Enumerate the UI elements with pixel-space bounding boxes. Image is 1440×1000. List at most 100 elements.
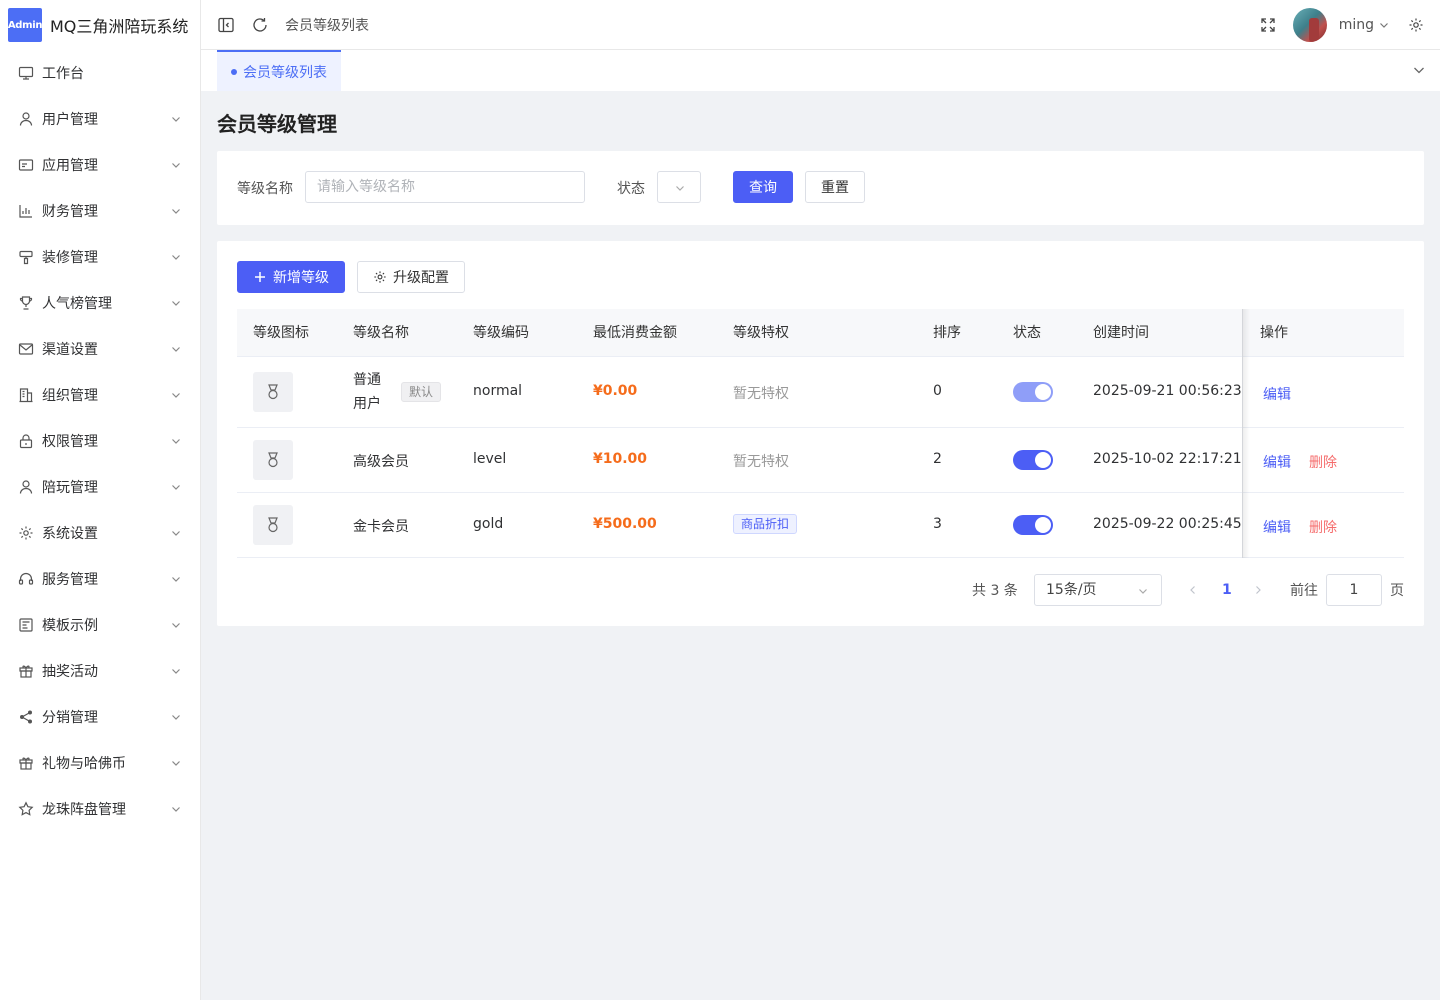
sidebar-item-finance[interactable]: 财务管理 <box>0 188 200 234</box>
sidebar-item-popularity[interactable]: 人气榜管理 <box>0 280 200 326</box>
building-icon <box>19 388 33 403</box>
user-icon <box>19 480 33 494</box>
min-amount: ¥500.00 <box>593 516 657 532</box>
status-toggle[interactable] <box>1013 515 1053 535</box>
sidebar-item-label: 龙珠阵盘管理 <box>42 802 126 818</box>
user-icon <box>19 112 33 126</box>
share-icon <box>20 710 32 724</box>
column-header: 创建时间 <box>1093 325 1149 341</box>
gear-icon <box>374 271 386 283</box>
lock-icon <box>19 434 33 449</box>
level-code: level <box>473 451 507 467</box>
goto-page-input[interactable]: 1 <box>1326 574 1382 606</box>
sidebar-item-label: 服务管理 <box>42 572 98 588</box>
sidebar-item-template[interactable]: 模板示例 <box>0 602 200 648</box>
sidebar-item-permission[interactable]: 权限管理 <box>0 418 200 464</box>
app-title: MQ三角洲陪玩系统 <box>50 17 189 36</box>
edit-link[interactable]: 编辑 <box>1263 384 1291 404</box>
upgrade-config-label: 升级配置 <box>393 270 449 286</box>
sidebar-item-label: 权限管理 <box>42 434 98 450</box>
privilege-tag: 商品折扣 <box>733 514 798 534</box>
sidebar-item-apps[interactable]: 应用管理 <box>0 142 200 188</box>
sidebar-item-system[interactable]: 系统设置 <box>0 510 200 556</box>
sidebar-item-users[interactable]: 用户管理 <box>0 96 200 142</box>
sidebar-item-gifts[interactable]: 礼物与哈佛币 <box>0 740 200 786</box>
edit-link[interactable]: 编辑 <box>1263 452 1291 472</box>
chevron-down-icon <box>172 117 180 122</box>
current-page[interactable]: 1 <box>1222 574 1232 606</box>
sidebar-item-label: 人气榜管理 <box>42 296 112 312</box>
sidebar-item-label: 应用管理 <box>42 158 98 174</box>
chevron-down-icon <box>172 669 180 674</box>
goto-label: 前往 <box>1290 583 1318 599</box>
status-toggle[interactable] <box>1013 450 1053 470</box>
created-time: 2025-09-22 00:25:45 <box>1093 516 1242 532</box>
sort-value: 3 <box>933 516 942 532</box>
avatar[interactable] <box>1292 8 1327 42</box>
sidebar-item-label: 陪玩管理 <box>42 480 98 496</box>
brush-icon <box>19 250 33 265</box>
sidebar-menu: 工作台 用户管理 应用管理 财务管理 装修管理 人气榜管理 渠道设置 组织管理 … <box>0 50 200 832</box>
level-icon <box>253 505 293 545</box>
sidebar-item-companion[interactable]: 陪玩管理 <box>0 464 200 510</box>
status-toggle[interactable] <box>1013 382 1053 402</box>
chevron-down-icon <box>172 761 180 766</box>
query-button[interactable]: 查询 <box>733 171 793 203</box>
chevron-right-icon[interactable] <box>1252 584 1264 596</box>
column-header: 最低消费金额 <box>593 325 677 341</box>
chevron-down-icon <box>172 807 180 812</box>
top-header: 会员等级列表 ming <box>201 0 1440 50</box>
table-row: 高级会员 level ¥10.00 暂无特权 2 2025-10-02 22:1… <box>237 428 1404 493</box>
sidebar-item-label: 用户管理 <box>42 112 98 128</box>
level-name-input[interactable]: 请输入等级名称 <box>305 171 585 203</box>
delete-link[interactable]: 删除 <box>1309 452 1337 472</box>
level-icon <box>253 372 293 412</box>
table-card: 新增等级 升级配置 等级图标 等级名称 等级编码 最低消费金额 等级特权 排序 … <box>217 241 1424 626</box>
member-level-table: 等级图标 等级名称 等级编码 最低消费金额 等级特权 排序 状态 创建时间 操作… <box>237 309 1404 558</box>
sidebar-item-distribution[interactable]: 分销管理 <box>0 694 200 740</box>
column-header: 操作 <box>1260 325 1288 341</box>
breadcrumb[interactable]: 会员等级列表 <box>285 15 369 35</box>
medal-icon <box>268 384 278 400</box>
sidebar-item-label: 工作台 <box>42 66 84 82</box>
created-time: 2025-10-02 22:17:21 <box>1093 451 1242 467</box>
level-code: normal <box>473 383 523 399</box>
sidebar-item-label: 系统设置 <box>42 526 98 542</box>
sidebar-item-workbench[interactable]: 工作台 <box>0 50 200 96</box>
sidebar-item-service[interactable]: 服务管理 <box>0 556 200 602</box>
sidebar-item-lottery[interactable]: 抽奖活动 <box>0 648 200 694</box>
chevron-down-icon <box>172 485 180 490</box>
table-header: 等级图标 等级名称 等级编码 最低消费金额 等级特权 排序 状态 创建时间 操作 <box>237 309 1404 357</box>
edit-link[interactable]: 编辑 <box>1263 517 1291 537</box>
name-label: 等级名称 <box>237 181 293 197</box>
gear-icon[interactable] <box>1408 17 1424 33</box>
upgrade-config-button[interactable]: 升级配置 <box>357 261 465 293</box>
sidebar-item-organization[interactable]: 组织管理 <box>0 372 200 418</box>
sidebar-collapse-icon[interactable] <box>217 16 235 34</box>
fullscreen-icon[interactable] <box>1259 16 1277 34</box>
sidebar-item-channel[interactable]: 渠道设置 <box>0 326 200 372</box>
chevron-down-icon[interactable] <box>1412 63 1426 77</box>
add-level-button[interactable]: 新增等级 <box>237 261 345 293</box>
column-header: 等级编码 <box>473 325 529 341</box>
sidebar-item-decoration[interactable]: 装修管理 <box>0 234 200 280</box>
username[interactable]: ming <box>1339 17 1374 33</box>
reset-button[interactable]: 重置 <box>805 171 865 203</box>
tab-label: 会员等级列表 <box>243 64 327 81</box>
chevron-left-icon[interactable] <box>1187 584 1199 596</box>
page-size-select[interactable]: 15条/页 <box>1034 574 1162 606</box>
logo[interactable]: Admin MQ三角洲陪玩系统 <box>0 0 200 50</box>
chevron-down-icon <box>172 577 180 582</box>
chevron-down-icon <box>172 531 180 536</box>
add-level-label: 新增等级 <box>273 270 329 286</box>
sidebar-item-dragonball[interactable]: 龙珠阵盘管理 <box>0 786 200 832</box>
chevron-down-icon[interactable] <box>1378 19 1390 31</box>
status-select[interactable] <box>657 171 701 203</box>
level-name: 普通 <box>353 372 381 388</box>
template-icon <box>19 618 33 632</box>
refresh-icon[interactable] <box>251 16 269 34</box>
monitor-icon <box>18 66 34 80</box>
min-amount: ¥0.00 <box>593 383 638 399</box>
tab-member-level-list[interactable]: 会员等级列表 <box>217 50 341 91</box>
delete-link[interactable]: 删除 <box>1309 517 1337 537</box>
